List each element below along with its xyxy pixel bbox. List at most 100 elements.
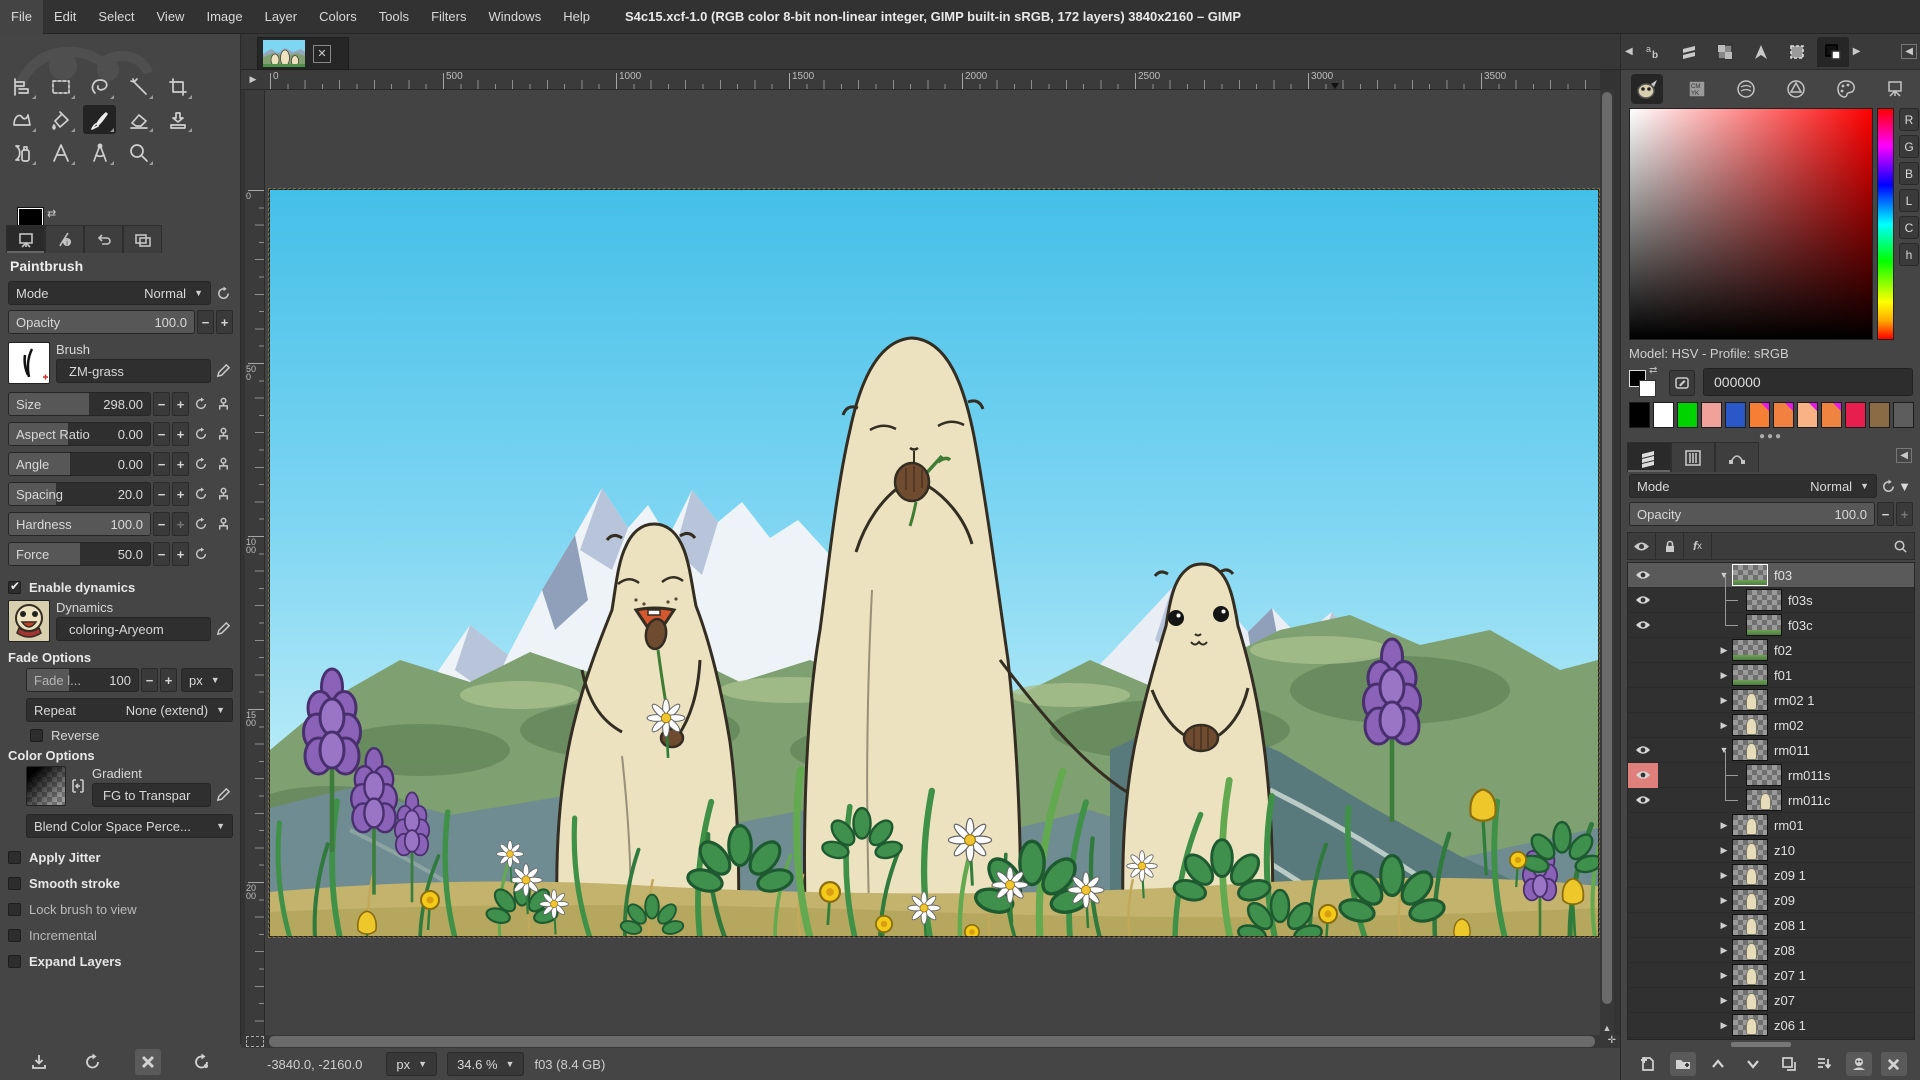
paint-mode-select[interactable]: Mode Normal▼ [8, 281, 211, 305]
color-swatch[interactable] [1725, 402, 1746, 428]
layer-expander[interactable] [1716, 920, 1732, 931]
restore-options-button[interactable] [80, 1049, 106, 1075]
layer-row[interactable]: z07 1 [1628, 963, 1914, 988]
mini-fg-bg-colors[interactable]: ⇄ [1629, 368, 1665, 402]
hue-strip[interactable] [1877, 108, 1894, 340]
tab-paths[interactable] [1715, 442, 1759, 472]
saturation-value-square[interactable] [1629, 108, 1873, 340]
tool-text[interactable] [44, 138, 77, 167]
layer-visibility-toggle[interactable] [1628, 988, 1658, 1013]
option-slider[interactable]: Angle 0.00 [8, 452, 151, 476]
layer-thumbnail[interactable] [1732, 664, 1768, 686]
new-layer-button[interactable] [1635, 1052, 1661, 1076]
opacity-slider[interactable]: Opacity 100.0 [8, 310, 195, 334]
tabs-scroll-right-icon[interactable]: ▶ [1853, 46, 1861, 57]
layer-row[interactable]: rm011 [1628, 738, 1914, 763]
opacity-increase-button[interactable]: + [216, 310, 233, 334]
reset-icon[interactable] [191, 452, 211, 476]
effects-header-icon[interactable]: fx [1684, 533, 1712, 559]
stylus-link-icon[interactable] [213, 512, 233, 536]
mini-background-swatch[interactable] [1639, 380, 1656, 397]
tab-tool-options[interactable] [6, 225, 45, 253]
tab-close-icon[interactable]: ✕ [313, 45, 331, 63]
layer-visibility-toggle[interactable] [1628, 1038, 1658, 1041]
reset-icon[interactable] [191, 482, 211, 506]
layer-expander[interactable] [1716, 895, 1732, 906]
layer-mode-reset-button[interactable]: ▼ [1879, 474, 1913, 498]
layer-row[interactable]: f03c [1628, 613, 1914, 638]
menu-item[interactable]: Colors [308, 0, 368, 34]
channel-button[interactable]: B [1899, 162, 1919, 185]
dynamics-select[interactable]: coloring-Aryeom [56, 617, 211, 641]
save-preset-button[interactable] [26, 1049, 52, 1075]
color-swatch[interactable] [1653, 402, 1674, 428]
layer-mode-select[interactable]: Mode Normal▼ [1629, 474, 1877, 498]
layer-expander[interactable] [1716, 788, 1746, 813]
gradient-edit-button[interactable] [213, 782, 233, 806]
color-tab-palette[interactable] [1830, 74, 1862, 104]
tool-eraser[interactable] [122, 105, 155, 134]
layer-visibility-toggle[interactable] [1628, 813, 1658, 838]
layer-thumbnail[interactable] [1732, 989, 1768, 1011]
dynamics-thumbnail[interactable] [8, 600, 50, 642]
option-checkbox[interactable] [8, 851, 21, 864]
layer-row[interactable]: f03 [1628, 563, 1914, 588]
increase-button[interactable]: + [172, 452, 189, 476]
color-swatch[interactable] [1797, 402, 1818, 428]
brush-select[interactable]: ZM-grass [56, 359, 211, 383]
tool-rectangle-select[interactable] [44, 72, 77, 101]
layer-row[interactable]: f03s [1628, 588, 1914, 613]
enable-dynamics-checkbox[interactable] [8, 581, 21, 594]
option-checkbox[interactable] [8, 877, 21, 890]
option-checkbox-row[interactable]: Lock brush to view [8, 896, 233, 922]
vertical-scrollbar-thumb[interactable] [1602, 92, 1612, 1004]
tool-paintbrush[interactable] [83, 105, 116, 134]
enable-dynamics-row[interactable]: Enable dynamics [8, 580, 233, 595]
layer-thumbnail[interactable] [1732, 814, 1768, 836]
add-mask-button[interactable] [1846, 1052, 1872, 1076]
layer-visibility-toggle[interactable] [1628, 963, 1658, 988]
tool-paths[interactable] [5, 138, 38, 167]
layer-visibility-toggle[interactable] [1628, 863, 1658, 888]
layer-thumbnail[interactable] [1732, 939, 1768, 961]
layer-row[interactable]: z07 [1628, 988, 1914, 1013]
zoom-select[interactable]: 34.6 %▼ [447, 1052, 524, 1076]
layer-thumbnail[interactable] [1732, 864, 1768, 886]
tabs-scroll-left-icon[interactable]: ◀ [1625, 46, 1633, 57]
layer-opacity-decrease[interactable]: − [1877, 502, 1894, 526]
repeat-select[interactable]: Repeat None (extend)▼ [26, 698, 233, 722]
dock-tab-pointer[interactable] [1745, 37, 1777, 67]
layer-thumbnail[interactable] [1732, 1014, 1768, 1036]
layer-thumbnail[interactable] [1732, 739, 1768, 761]
color-swatch[interactable] [1749, 402, 1770, 428]
color-tab-gimp[interactable] [1631, 74, 1663, 104]
color-swatch[interactable] [1869, 402, 1890, 428]
layer-row[interactable]: z09 [1628, 888, 1914, 913]
layer-visibility-toggle[interactable] [1628, 588, 1658, 613]
menu-item[interactable]: Windows [477, 0, 552, 34]
stylus-link-icon[interactable] [213, 452, 233, 476]
layer-visibility-toggle[interactable] [1628, 688, 1658, 713]
layer-visibility-toggle[interactable] [1628, 1013, 1658, 1038]
gradient-select[interactable]: FG to Transpar [92, 783, 211, 807]
horizontal-ruler[interactable]: 0500100015002000250030003500 [265, 70, 1600, 90]
reset-icon[interactable] [191, 392, 211, 416]
decrease-button[interactable]: − [153, 392, 170, 416]
layer-visibility-toggle[interactable] [1628, 788, 1658, 813]
layer-thumbnail[interactable] [1746, 589, 1782, 611]
dock-tab-gradients[interactable] [1673, 37, 1705, 67]
stylus-link-icon[interactable] [213, 392, 233, 416]
layer-thumbnail[interactable] [1732, 1039, 1768, 1040]
option-slider[interactable]: Spacing 20.0 [8, 482, 151, 506]
scroll-up-icon[interactable]: ▲ [1600, 1023, 1614, 1033]
quickmask-toggle[interactable] [246, 1036, 264, 1047]
layer-thumbnail[interactable] [1746, 614, 1782, 636]
brush-thumbnail[interactable] [8, 342, 50, 384]
layer-visibility-toggle[interactable] [1628, 638, 1658, 663]
color-tab-scales[interactable] [1879, 74, 1911, 104]
color-swatch[interactable] [1677, 402, 1698, 428]
layer-thumbnail[interactable] [1732, 564, 1768, 586]
layer-thumbnail[interactable] [1732, 914, 1768, 936]
tab-images[interactable] [123, 225, 162, 253]
color-tab-cmyk[interactable]: CMYK [1681, 74, 1713, 104]
